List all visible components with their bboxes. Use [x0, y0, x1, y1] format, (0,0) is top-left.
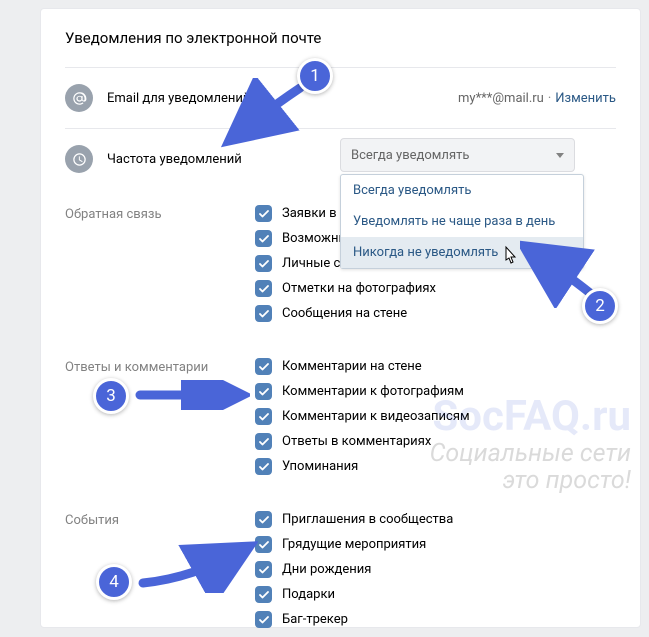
clock-icon — [65, 145, 93, 173]
frequency-label: Частота уведомлений — [107, 152, 242, 167]
check-label: Баг-трекер — [282, 612, 348, 627]
frequency-dropdown-button[interactable]: Всегда уведомлять — [340, 138, 575, 172]
checkbox-icon[interactable] — [255, 383, 272, 400]
settings-panel: Уведомления по электронной почте Email д… — [40, 8, 641, 628]
checklist-events: Приглашения в сообщества Грядущие меропр… — [255, 511, 616, 636]
frequency-dropdown-menu: Всегда уведомлять Уведомлять не чаще раз… — [340, 174, 584, 269]
list-item[interactable]: Грядущие мероприятия — [255, 536, 616, 553]
section-label-replies: Ответы и комментарии — [65, 358, 255, 483]
annotation-marker-3: 3 — [93, 378, 129, 414]
list-item[interactable]: Дни рождения — [255, 561, 616, 578]
page-title: Уведомления по электронной почте — [65, 29, 616, 47]
frequency-selected: Всегда уведомлять — [351, 148, 469, 163]
annotation-marker-2: 2 — [582, 288, 618, 324]
checkbox-icon[interactable] — [255, 536, 272, 553]
change-link[interactable]: Изменить — [555, 91, 616, 106]
checkbox-icon[interactable] — [255, 586, 272, 603]
list-item[interactable]: Комментарии на стене — [255, 358, 616, 375]
checkbox-icon[interactable] — [255, 205, 272, 222]
checkbox-icon[interactable] — [255, 511, 272, 528]
checklist-replies: Комментарии на стене Комментарии к фотог… — [255, 358, 616, 483]
check-label: Упоминания — [282, 459, 358, 474]
check-label: Сообщения на стене — [282, 306, 407, 321]
checkbox-icon[interactable] — [255, 408, 272, 425]
checkbox-icon[interactable] — [255, 611, 272, 628]
check-label: Ответы в комментариях — [282, 434, 431, 449]
at-icon — [65, 84, 93, 112]
dropdown-option[interactable]: Всегда уведомлять — [341, 175, 583, 206]
list-item[interactable]: Ответы в комментариях — [255, 433, 616, 450]
frequency-dropdown: Всегда уведомлять Всегда уведомлять Увед… — [340, 138, 575, 172]
list-item[interactable]: Сообщения на стене — [255, 305, 616, 322]
checkbox-icon[interactable] — [255, 433, 272, 450]
check-label: Комментарии к видеозаписям — [282, 409, 470, 424]
check-label: Комментарии на стене — [282, 359, 422, 374]
check-label: Подарки — [282, 587, 335, 602]
checkbox-icon[interactable] — [255, 230, 272, 247]
section-replies: Ответы и комментарии Комментарии на стен… — [65, 342, 616, 483]
chevron-down-icon — [556, 153, 564, 158]
checkbox-icon[interactable] — [255, 561, 272, 578]
dropdown-option[interactable]: Никогда не уведомлять — [341, 237, 583, 268]
list-item[interactable]: Комментарии к видеозаписям — [255, 408, 616, 425]
separator-dot: · — [548, 91, 551, 106]
checkbox-icon[interactable] — [255, 255, 272, 272]
list-item[interactable]: Приглашения в сообщества — [255, 511, 616, 528]
check-label: Дни рождения — [282, 562, 371, 577]
list-item[interactable]: Баг-трекер — [255, 611, 616, 628]
list-item[interactable]: Отметки на фотографиях — [255, 280, 616, 297]
section-label-feedback: Обратная связь — [65, 205, 255, 330]
annotation-marker-1: 1 — [297, 58, 333, 94]
check-label: Комментарии к фотографиям — [282, 384, 464, 399]
check-label: Приглашения в сообщества — [282, 512, 453, 527]
section-label-events: События — [65, 511, 255, 636]
email-label: Email для уведомлений — [107, 91, 250, 106]
list-item[interactable]: Комментарии к фотографиям — [255, 383, 616, 400]
dropdown-option[interactable]: Уведомлять не чаще раза в день — [341, 206, 583, 237]
check-label: Грядущие мероприятия — [282, 537, 426, 552]
list-item[interactable]: Упоминания — [255, 458, 616, 475]
checkbox-icon[interactable] — [255, 358, 272, 375]
checkbox-icon[interactable] — [255, 280, 272, 297]
list-item[interactable]: Подарки — [255, 586, 616, 603]
check-label: Отметки на фотографиях — [282, 281, 436, 296]
checkbox-icon[interactable] — [255, 305, 272, 322]
checkbox-icon[interactable] — [255, 458, 272, 475]
email-value: my***@mail.ru — [458, 91, 544, 106]
annotation-marker-4: 4 — [96, 564, 132, 600]
section-events: События Приглашения в сообщества Грядущи… — [65, 495, 616, 636]
email-row: Email для уведомлений my***@mail.ru · Из… — [65, 67, 616, 128]
